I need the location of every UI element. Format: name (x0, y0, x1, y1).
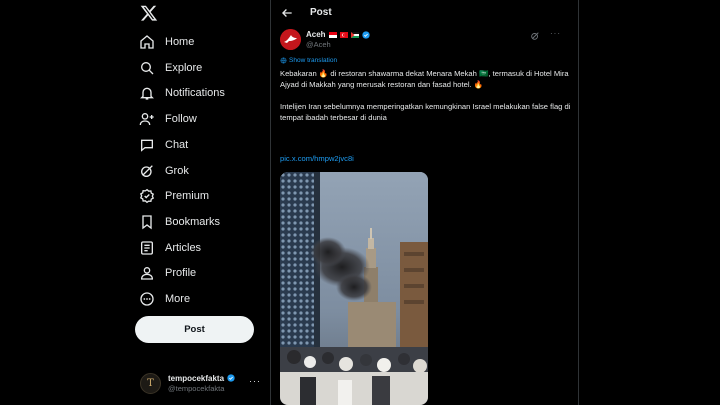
nav-more-label: More (165, 293, 191, 305)
chat-icon (138, 136, 156, 154)
show-translation-link[interactable]: Show translation (280, 57, 337, 64)
follow-icon (138, 110, 156, 128)
profile-icon (138, 264, 156, 282)
nav-grok[interactable]: Grok (138, 160, 189, 182)
verified-badge-icon (227, 374, 235, 382)
nav-follow-label: Follow (165, 113, 197, 125)
nav-explore[interactable]: Explore (138, 57, 202, 79)
account-switcher[interactable]: T tempocekfakta @tempocekfakta ··· (140, 370, 265, 396)
premium-icon (138, 187, 156, 205)
video-still (280, 172, 428, 405)
nav-chat[interactable]: Chat (138, 134, 188, 156)
nav-articles-label: Articles (165, 242, 202, 254)
indonesia-flag-icon (328, 31, 337, 38)
verified-badge-icon (361, 30, 370, 39)
nav-premium-label: Premium (165, 190, 210, 202)
post-header: Post (271, 0, 578, 26)
post-text: Kebakaran 🔥 di restoran shawarma dekat M… (280, 68, 572, 134)
account-handle: @tempocekfakta (168, 383, 225, 393)
post-video[interactable] (280, 172, 428, 405)
turkey-flag-icon (339, 31, 348, 38)
search-icon (138, 59, 156, 77)
back-arrow-icon[interactable] (280, 6, 294, 20)
nav-notifications-label: Notifications (165, 87, 225, 99)
nav-home-label: Home (165, 36, 195, 48)
avatar: T (140, 372, 161, 394)
nav-bookmarks-label: Bookmarks (165, 216, 221, 228)
nav-chat-label: Chat (165, 139, 189, 151)
post-more-icon[interactable]: ··· (550, 29, 561, 38)
author-name[interactable]: Aceh (306, 30, 370, 39)
nav-home[interactable]: Home (138, 31, 194, 53)
nav-bookmarks[interactable]: Bookmarks (138, 211, 220, 233)
account-name-text: tempocekfakta (168, 373, 225, 383)
grok-icon (138, 162, 156, 180)
avatar-letter: T (147, 377, 154, 389)
nav-articles[interactable]: Articles (138, 237, 201, 259)
nav-notifications[interactable]: Notifications (138, 82, 225, 104)
globe-icon (280, 57, 287, 64)
x-logo-icon[interactable] (140, 4, 158, 22)
author-avatar[interactable] (280, 29, 301, 50)
nav-premium[interactable]: Premium (138, 185, 209, 207)
nav-profile[interactable]: Profile (138, 262, 196, 284)
nav-grok-label: Grok (165, 165, 189, 177)
account-name: tempocekfakta (168, 374, 235, 383)
post-paragraph-1: Kebakaran 🔥 di restoran shawarma dekat M… (280, 69, 569, 89)
nav-follow[interactable]: Follow (138, 108, 197, 130)
nav-explore-label: Explore (165, 62, 203, 74)
post-author: Aceh @Aceh ··· (280, 29, 570, 51)
show-translation-label: Show translation (289, 57, 338, 64)
palestine-flag-icon (350, 31, 359, 38)
nav-profile-label: Profile (165, 267, 197, 279)
articles-icon (138, 239, 156, 257)
author-name-text: Aceh (306, 30, 326, 39)
author-handle[interactable]: @Aceh (306, 40, 331, 49)
sidebar: Home Explore Notifications Follow Chat G… (128, 0, 270, 405)
page-title: Post (310, 7, 332, 18)
post-column: Post Aceh @Aceh ··· Show translation Keb… (270, 0, 579, 405)
account-more-icon[interactable]: ··· (249, 376, 261, 386)
bookmark-icon (138, 213, 156, 231)
home-icon (138, 33, 156, 51)
post-button[interactable]: Post (135, 316, 254, 343)
nav-more[interactable]: More (138, 288, 190, 310)
media-link[interactable]: pic.x.com/hmpw2jvc8i (280, 154, 354, 163)
bell-icon (138, 84, 156, 102)
more-circle-icon (138, 290, 156, 308)
post-paragraph-2: Intelijen Iran sebelumnya memperingatkan… (280, 102, 571, 122)
grok-action-icon[interactable] (530, 31, 540, 41)
